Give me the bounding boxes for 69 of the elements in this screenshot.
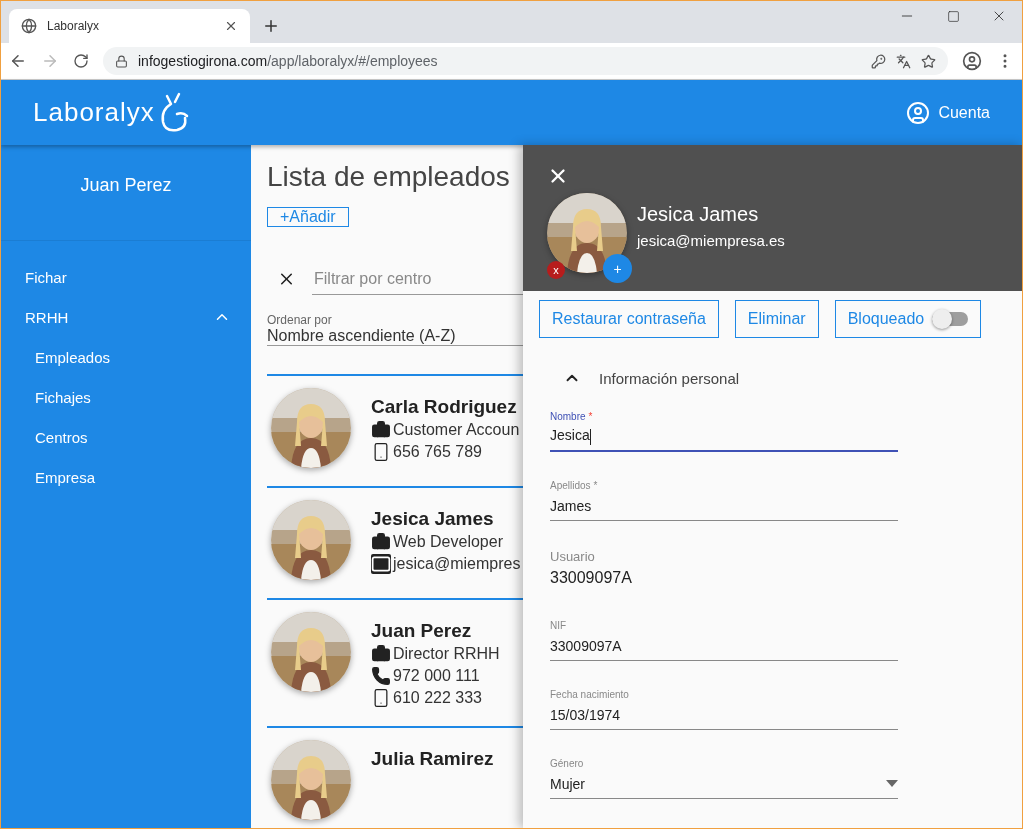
input-field: 33009097A: [550, 564, 898, 592]
input-field[interactable]: 15/03/1974: [550, 700, 898, 730]
sidebar-item[interactable]: Empleados: [1, 337, 251, 377]
input-field[interactable]: James: [550, 491, 898, 521]
field-label: NIF: [550, 620, 567, 631]
sidebar-item[interactable]: RRHH: [1, 297, 251, 337]
employee-detail: 656 765 789: [393, 443, 482, 461]
select-field[interactable]: Mujer: [550, 769, 898, 799]
field-label: Apellidos *: [550, 480, 598, 491]
page-title: Lista de empleados: [267, 161, 510, 193]
briefcase-icon: [371, 644, 391, 664]
employee-card[interactable]: Julia Ramirez: [267, 726, 523, 828]
maximize-icon[interactable]: [946, 9, 960, 23]
field-label: Género: [550, 758, 584, 769]
globe-icon: [21, 18, 37, 34]
employee-card[interactable]: Carla Rodriguez Customer Accoun 656 765 789: [267, 374, 523, 486]
action-button[interactable]: Restaurar contraseña: [539, 300, 719, 338]
employee-card[interactable]: Jesica James Web Developer jesica@miempres: [267, 486, 523, 598]
remove-photo-button[interactable]: x: [547, 261, 565, 279]
lock-icon: [115, 54, 128, 68]
employee-detail: Director RRHH: [393, 645, 500, 663]
employee-card[interactable]: Juan Perez Director RRHH 972 000 111 610 222 333: [267, 598, 523, 726]
field-label: Fecha nacimiento: [550, 689, 629, 700]
employee-detail: 610 222 333: [393, 689, 482, 707]
profile-icon[interactable]: [962, 51, 982, 71]
sidebar-item[interactable]: Centros: [1, 417, 251, 457]
sort-select[interactable]: Nombre ascendiente (A-Z): [267, 327, 523, 346]
phone-icon: [371, 666, 391, 686]
account-button[interactable]: Cuenta: [906, 100, 990, 125]
translate-icon[interactable]: [896, 53, 911, 69]
account-icon: [906, 100, 931, 125]
filter-field[interactable]: Filtrar por centro: [312, 263, 523, 295]
briefcase-icon: [371, 532, 391, 552]
employee-name: Jesica James: [371, 508, 495, 530]
employee-detail: 972 000 111: [393, 667, 480, 685]
star-icon[interactable]: [921, 53, 936, 69]
employee-detail: jesica@miempres: [393, 555, 521, 573]
close-icon[interactable]: [224, 19, 238, 33]
drawer-name: Jesica James: [637, 203, 760, 226]
new-tab-icon[interactable]: [262, 17, 280, 35]
add-photo-button[interactable]: +: [603, 254, 632, 283]
user-name: Juan Perez: [80, 175, 172, 197]
back-icon[interactable]: [9, 52, 27, 70]
browser-tab[interactable]: Laboralyx: [9, 9, 250, 43]
employee-name: Carla Rodriguez: [371, 396, 518, 418]
briefcase-icon: [371, 420, 391, 440]
input-field[interactable]: 33009097A: [550, 631, 898, 661]
drawer-email: jesica@miempresa.es: [637, 232, 785, 249]
sidebar-item[interactable]: Fichajes: [1, 377, 251, 417]
employee-name: Juan Perez: [371, 620, 473, 642]
reload-icon[interactable]: [73, 53, 89, 69]
key-icon[interactable]: [871, 53, 886, 69]
dropdown-icon: [886, 779, 898, 788]
section-header[interactable]: Información personal: [523, 347, 1022, 387]
blocked-toggle-button[interactable]: Bloqueado: [834, 300, 982, 338]
sidebar-item[interactable]: Fichar: [1, 257, 251, 297]
sort-label: Ordenar por: [267, 313, 332, 327]
input-field[interactable]: Jesica: [550, 422, 898, 452]
field-label: Usuario: [550, 549, 595, 564]
sidebar-item[interactable]: Empresa: [1, 457, 251, 497]
action-button[interactable]: Eliminar: [734, 300, 819, 338]
address-bar[interactable]: infogestiogirona.com/app/laboralyx/#/employees: [103, 47, 948, 75]
employee-detail: Web Developer: [393, 533, 503, 551]
employee-detail: Customer Accoun: [393, 421, 520, 439]
employee-name: Julia Ramirez: [371, 748, 494, 770]
switch[interactable]: [932, 312, 969, 326]
field-label: Nombre *: [550, 411, 593, 422]
add-button[interactable]: +Añadir: [267, 207, 349, 227]
logo: Laboralyx: [33, 97, 155, 128]
